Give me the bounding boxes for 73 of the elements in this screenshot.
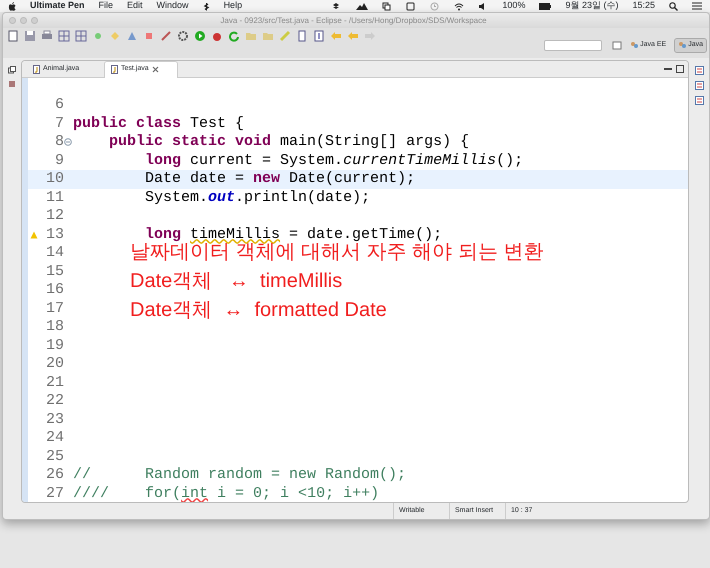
code-line: long current = System.currentTimeMillis(); <box>144 152 524 170</box>
line-number: 7 <box>54 114 64 133</box>
code-line: System.out.println(date); <box>144 188 370 207</box>
printer-icon[interactable] <box>41 30 53 42</box>
menu-item[interactable]: Window <box>156 0 189 13</box>
battery-icon <box>539 2 552 10</box>
line-number: 10 <box>44 170 64 188</box>
line-number: 25 <box>44 448 64 466</box>
line-number: 21 <box>44 374 64 392</box>
refresh-icon[interactable] <box>228 30 240 42</box>
annotation-text: 날짜데이터 객체에 대해서 자주 해야 되는 변환 <box>130 241 544 265</box>
apple-icon[interactable] <box>8 2 16 10</box>
line-number: 9 <box>54 152 64 170</box>
code-line: long timeMillis = date.getTime(); <box>144 226 442 243</box>
annotation-text: Date객체 ↔ formatted Date <box>130 298 388 323</box>
document-icon[interactable] <box>296 30 308 42</box>
line-number: 12 <box>44 207 64 226</box>
close-icon[interactable] <box>152 66 159 73</box>
maximize-icon[interactable] <box>676 65 684 73</box>
line-number: 8 <box>54 133 64 152</box>
code-line: public static void main(String[] args) { <box>108 133 470 152</box>
line-number: 13 <box>44 226 64 244</box>
code-line: //// for(int i = 0; i <10; i++) <box>73 484 380 502</box>
window-title: Java - 0923/src/Test.java - Eclipse - /Users/Hong/Dropbox/SDS/Workspace <box>219 14 488 26</box>
battery-text: 100% <box>502 0 526 12</box>
line-number: 18 <box>44 318 64 336</box>
line-number: 11 <box>44 188 64 207</box>
fold-icon[interactable] <box>64 138 72 146</box>
java-file-icon <box>111 65 118 74</box>
line-number: 17 <box>44 300 64 318</box>
pencil-icon[interactable] <box>160 30 172 42</box>
line-number: 6 <box>54 96 64 114</box>
line-number: 26 <box>44 466 64 484</box>
list-icon[interactable] <box>692 2 702 10</box>
annotation-text: Date객체 ↔ timeMillis <box>130 269 344 294</box>
save-icon[interactable] <box>24 30 36 42</box>
triangle-icon[interactable] <box>126 30 138 42</box>
clock-icon[interactable] <box>430 2 440 10</box>
wifi-icon[interactable] <box>454 2 464 10</box>
grid-icon[interactable] <box>75 30 87 42</box>
search-icon[interactable] <box>669 2 678 10</box>
code-line: // Random random = new Random(); <box>73 466 406 484</box>
grid-icon[interactable] <box>58 30 70 42</box>
square-icon[interactable] <box>406 2 416 10</box>
code-line: public class Test { <box>73 114 244 133</box>
line-number: 24 <box>44 429 64 448</box>
marker-icon[interactable] <box>279 30 291 42</box>
app-menu[interactable]: Ultimate Pen <box>30 0 85 13</box>
menu-item[interactable]: File <box>98 0 114 13</box>
play-icon[interactable] <box>194 30 206 42</box>
quick-access-field[interactable] <box>544 40 602 51</box>
line-number: 14 <box>44 244 64 262</box>
line-number: 19 <box>44 336 64 355</box>
java-file-icon <box>33 65 40 74</box>
menu-item[interactable]: Edit <box>127 0 143 13</box>
new-file-icon[interactable] <box>7 30 19 42</box>
line-number: 15 <box>44 262 64 281</box>
minimize-icon[interactable] <box>664 65 672 73</box>
windows-icon[interactable] <box>382 2 392 10</box>
people-icon <box>630 41 638 50</box>
menu-item[interactable]: Help <box>224 0 242 13</box>
date-text[interactable]: 9월 23일 (수) <box>565 0 618 13</box>
line-number: 27 <box>44 484 64 502</box>
clock-text[interactable]: 15:25 <box>632 0 655 13</box>
line-number: 22 <box>44 392 64 410</box>
restore-icon[interactable] <box>8 66 16 74</box>
line-number: 20 <box>44 355 64 374</box>
code-line: Date date = new Date(current); <box>144 170 416 188</box>
bug-icon[interactable] <box>211 30 223 42</box>
pilcrow-icon[interactable] <box>313 30 325 42</box>
line-number: 23 <box>44 410 64 429</box>
line-number: 16 <box>44 281 64 300</box>
people-icon <box>678 41 686 50</box>
